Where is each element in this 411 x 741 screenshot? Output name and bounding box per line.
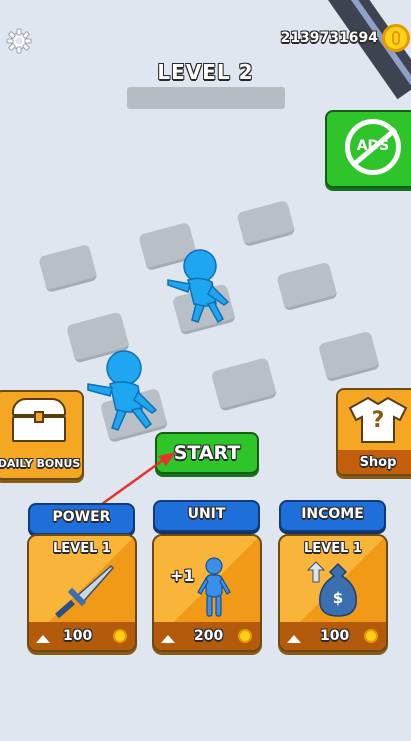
sword-icon — [47, 562, 117, 619]
level-progress-bar — [127, 87, 285, 109]
unit-character-icon — [194, 556, 234, 618]
daily-bonus-button[interactable]: DAILY BONUS — [0, 390, 84, 480]
upgrade-card-power[interactable]: LEVEL 1 100 — [27, 534, 137, 652]
upgrade-cost: 100 — [63, 628, 93, 644]
upgrade-level: LEVEL 1 — [53, 541, 111, 556]
coin-icon — [382, 24, 410, 52]
coin-icon — [238, 629, 252, 643]
upgrade-arrow-icon — [287, 635, 301, 643]
money-bag-icon: $ — [298, 560, 368, 618]
floor-tile — [236, 199, 296, 248]
upgrade-arrow-icon — [161, 635, 175, 643]
shop-label: Shop — [359, 455, 397, 470]
tab-power[interactable]: POWER — [28, 503, 135, 535]
treasure-chest-icon — [12, 398, 66, 444]
upgrade-card-unit[interactable]: +1 200 — [152, 534, 262, 652]
floor-tile — [38, 243, 98, 294]
coin-counter: 2139731694 — [280, 30, 378, 46]
upgrade-level: LEVEL 1 — [304, 541, 362, 556]
level-title: LEVEL 2 — [157, 60, 254, 84]
upgrade-card-income[interactable]: LEVEL 1 $ 100 — [278, 534, 388, 652]
no-ads-icon: ADS — [345, 119, 401, 175]
coin-icon — [113, 629, 127, 643]
tab-unit[interactable]: UNIT — [153, 500, 260, 532]
floor-tile — [317, 330, 381, 383]
gear-icon[interactable] — [6, 28, 32, 54]
daily-bonus-label: DAILY BONUS — [0, 457, 81, 470]
coin-icon — [364, 629, 378, 643]
tutorial-arrow-icon — [96, 448, 180, 508]
unit-plus-badge: +1 — [170, 566, 195, 585]
upgrade-cost: 100 — [320, 628, 350, 644]
shop-button[interactable]: ? Shop — [336, 388, 411, 476]
character-unit — [84, 348, 168, 434]
no-ads-button[interactable]: ADS — [325, 110, 411, 188]
floor-tile — [276, 261, 338, 312]
upgrade-arrow-icon — [36, 635, 50, 643]
upgrade-cost: 200 — [194, 628, 224, 644]
floor-tile — [210, 357, 278, 412]
character-unit — [160, 246, 240, 328]
tab-income[interactable]: INCOME — [279, 500, 386, 532]
shirt-icon: ? — [348, 396, 408, 444]
